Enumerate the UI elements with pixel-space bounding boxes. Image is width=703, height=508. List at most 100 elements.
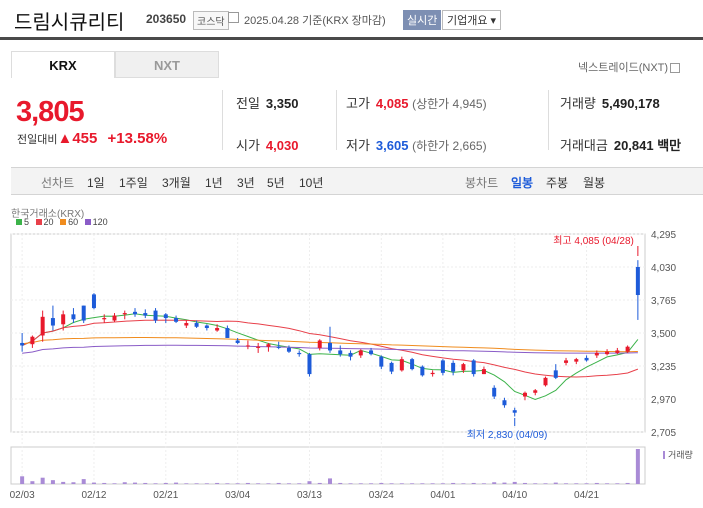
candle-body [635,267,640,296]
volume-bar [307,481,312,484]
candle-body [71,314,76,320]
x-tick-label: 04/10 [502,490,527,501]
volume-bar [440,483,445,484]
candle-body [61,314,66,325]
candle-body [451,362,456,372]
candle-body [122,313,127,315]
volume-bar [61,481,66,484]
candle-body [174,318,179,322]
candle-body [471,360,476,375]
volume-bar [297,483,302,484]
candle-body [194,323,199,327]
candle-body [276,346,281,348]
candle-body [584,357,589,361]
candle-body [235,340,240,343]
volume-bar [543,483,548,484]
volume-bar [245,482,250,484]
candle-body [461,364,466,371]
volume-bar [225,483,230,484]
volume-bar [481,483,486,484]
candle-body [430,372,435,375]
volume-bar [389,483,394,484]
volume-bar [50,480,55,484]
x-tick-label: 03/24 [369,490,394,501]
volume-bar [286,483,291,484]
candle-body [522,392,527,397]
y-tick-label: 3,765 [651,296,676,307]
candle-body [533,390,538,393]
y-tick-label: 2,970 [651,395,676,406]
y-tick-label: 4,295 [651,230,676,241]
volume-bar [420,483,425,484]
candle-body [204,325,209,329]
volume-bar [235,483,240,484]
volume-bar [153,483,158,484]
candle-body [40,316,45,336]
x-tick-label: 02/12 [81,490,106,501]
price-chart[interactable]: 4,295 4,030 3,765 3,500 3,235 2,970 2,705 02/03… [0,0,703,508]
candle-body [358,350,363,356]
volume-bar [399,483,404,484]
candle-body [379,356,384,367]
volume-bar [20,476,25,484]
candle-body [133,311,138,315]
volume-bar [204,483,209,484]
volume-bar [30,481,35,484]
candle-body [594,352,599,356]
volume-bar [594,482,599,484]
candle-body [81,305,86,321]
y-tick-label: 3,500 [651,329,676,340]
volume-bar [338,482,343,484]
candle-body [420,366,425,376]
candle-body [286,347,291,352]
volume-bar [81,479,86,484]
x-tick-label: 03/13 [297,490,322,501]
volume-bar [451,482,456,484]
volume-bar [615,483,620,484]
volume-bar [174,482,179,484]
candle-body [297,352,302,355]
candle-body [369,350,374,355]
volume-bar [635,449,640,484]
volume-bar [71,482,76,484]
candle-body [91,294,96,309]
volume-bar [194,483,199,484]
volume-bar [122,482,127,484]
volume-bar [574,483,579,484]
candle-body [328,342,332,351]
candle-body [112,315,117,321]
volume-bar [215,482,220,484]
candle-body [30,336,35,345]
candle-body [256,346,261,348]
y-tick-label: 3,235 [651,362,676,373]
candle-body [481,369,486,375]
candle-body [215,328,220,331]
volume-bar [112,483,117,484]
volume-bar [492,482,497,484]
volume-bar [40,477,45,484]
volume-bar [553,482,558,484]
volume-bar [91,482,96,484]
volume-bar [276,482,281,484]
candle-body [440,360,445,373]
candle-body [245,345,250,347]
volume-bar [266,483,271,484]
volume-bar [461,483,466,484]
candle-body [553,370,558,378]
candle-body [389,362,394,372]
volume-bar [512,481,517,484]
volume-bar [410,483,415,484]
candle-body [605,351,610,355]
volume-bar [348,483,353,484]
volume-bar [369,483,374,484]
candle-body [574,359,579,362]
volume-bar [522,482,527,484]
x-tick-label: 02/03 [10,490,35,501]
volume-bar [143,482,148,484]
candle-body [307,354,312,375]
volume-bar [133,482,138,484]
candle-body [625,346,630,352]
volume-bar [564,483,569,484]
candle-body [399,359,404,371]
volume-bar [256,483,261,484]
